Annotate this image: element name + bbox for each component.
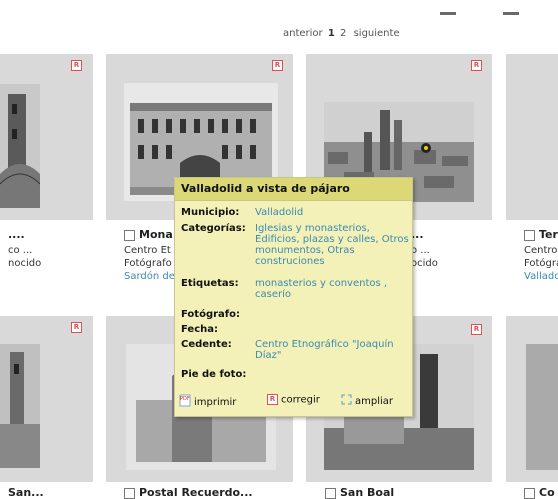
checkbox-icon[interactable] [524,487,535,499]
photo-church-tower [0,344,40,468]
field-value-link[interactable]: monasterios y conventos , caserío [255,278,415,300]
card-title-text[interactable]: Co [539,486,555,499]
card-title[interactable]: Postal Recuerdo... [124,486,284,499]
pager-current: 1 [327,28,335,39]
card-meta-line: o ... [411,245,430,256]
r-badge-icon[interactable]: R [272,60,283,71]
field-label: Categorías: [181,223,246,234]
card-meta: Centro Et Fotógrafo Sardón de [124,244,176,283]
card-meta: co ... nocido [8,244,93,270]
card-title[interactable]: ... [411,228,451,241]
popup-title: Valladolid a vista de pájaro [175,178,412,201]
enlarge-button[interactable]: ampliar [341,394,393,408]
card-title[interactable]: Mona [124,228,176,241]
card-meta-line: Centro Et [124,245,171,256]
print-button[interactable]: PDF imprimir [179,394,236,410]
pager-prev[interactable]: anterior [283,28,323,39]
card-thumbnail[interactable] [506,54,558,220]
card-title-text[interactable]: San Boal [340,486,394,499]
print-label[interactable]: imprimir [194,397,236,408]
checkbox-icon[interactable] [325,487,336,499]
field-value-link[interactable]: Iglesias y monasterios, Edificios, plaza… [255,223,415,267]
card-meta: Centro Fotógra Vallado [524,244,558,283]
field-label: Cedente: [181,339,232,350]
card-title-text[interactable]: Ter [539,228,558,241]
card-meta-line: co ... [8,245,33,256]
field-value-link[interactable]: Valladolid [255,207,415,218]
card-title[interactable]: Ter [524,228,558,241]
photo[interactable] [526,344,558,470]
card-title[interactable]: San... [8,486,93,499]
card-meta: o ... ocido [411,244,461,270]
card-title[interactable]: San Boal [325,486,485,499]
minimize-icon[interactable] [503,12,519,15]
card-title[interactable]: .... [8,228,93,241]
card-meta-line: Centro [524,245,558,256]
card-title-text[interactable]: Postal Recuerdo... [139,486,253,499]
card-meta-link[interactable]: Vallado [524,270,558,283]
pager-page-2[interactable]: 2 [340,28,346,39]
checkbox-icon[interactable] [524,229,535,241]
card-meta-link[interactable]: Sardón de [124,270,176,283]
field-label: Fotógrafo: [181,309,241,320]
field-label: Municipio: [181,207,240,218]
enlarge-label[interactable]: ampliar [355,396,393,407]
card-title-text[interactable]: Mona [139,228,173,241]
minimize-icon[interactable] [440,12,456,15]
r-badge-icon[interactable]: R [471,324,482,335]
card-thumbnail[interactable] [506,316,558,482]
card-thumbnail[interactable]: R [0,54,93,220]
card-meta-line: nocido [8,258,42,269]
r-badge-icon[interactable]: R [71,60,82,71]
photo[interactable] [0,344,40,468]
photo-church-facade [0,84,40,208]
card-thumbnail[interactable]: R [0,316,93,482]
card-meta-line: Fotógra [524,258,558,269]
card-title[interactable]: Co [524,486,558,499]
pager: anterior 1 2 siguiente [283,28,400,39]
expand-icon [341,394,352,408]
card-meta-line: Fotógrafo [124,258,172,269]
info-popup: Valladolid a vista de pájaro Municipio: … [174,177,413,417]
photo[interactable] [0,84,40,208]
field-label: Pie de foto: [181,369,247,380]
pdf-icon: PDF [179,394,191,410]
field-label: Fecha: [181,324,219,335]
checkbox-icon[interactable] [124,229,135,241]
r-badge-icon: R [267,394,278,405]
r-badge-icon[interactable]: R [71,322,82,333]
pager-next[interactable]: siguiente [354,28,400,39]
checkbox-icon[interactable] [124,487,135,499]
field-label: Etiquetas: [181,278,239,289]
correct-label[interactable]: corregir [281,395,320,406]
field-value-link[interactable]: Centro Etnográfico "Joaquín Díaz" [255,339,415,361]
card-meta-line: ocido [411,258,438,269]
correct-button[interactable]: Rcorregir [267,394,320,406]
svg-text:PDF: PDF [180,396,190,402]
r-badge-icon[interactable]: R [471,60,482,71]
